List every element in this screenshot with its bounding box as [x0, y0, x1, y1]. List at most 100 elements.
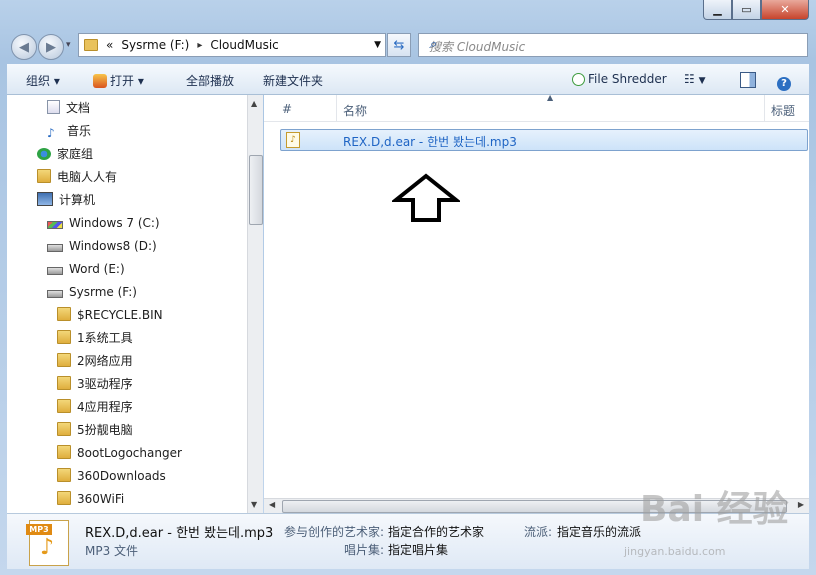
scroll-right-icon[interactable]: ▶: [798, 500, 804, 509]
nav-item-label: Word (E:): [69, 262, 125, 276]
play-all-button[interactable]: 全部播放: [186, 72, 234, 89]
nav-item[interactable]: Word (E:): [47, 259, 125, 279]
up-arrow-annotation-icon: [392, 173, 460, 222]
genre-value[interactable]: 指定音乐的流派: [557, 523, 641, 540]
file-row[interactable]: ♪ REX.D,d.ear - 한번 봤는데.mp3: [280, 129, 808, 151]
watermark-url: jingyan.baidu.com: [624, 545, 726, 558]
nav-item[interactable]: 家庭组: [37, 144, 93, 164]
back-arrow-icon: ◀: [19, 39, 29, 55]
maximize-button[interactable]: ▭: [732, 0, 761, 20]
genre-label: 流派:: [524, 525, 553, 539]
breadcrumb-drive[interactable]: Sysrme (F:): [121, 38, 189, 52]
column-number[interactable]: #: [282, 102, 292, 116]
drive-icon: [47, 290, 63, 298]
navigation-pane: 文档 ♪ 音乐家庭组电脑人人有计算机 Windows 7 (C:) Windows8 (…: [7, 95, 247, 513]
nav-item-label: 5扮靓电脑: [77, 423, 133, 437]
scroll-down-icon[interactable]: ▼: [251, 500, 257, 509]
open-button-label: 打开 ▾: [110, 74, 144, 88]
nav-item[interactable]: Windows8 (D:): [47, 236, 157, 256]
shredder-icon: [572, 73, 585, 86]
nav-item[interactable]: 计算机: [37, 190, 95, 210]
nav-item-label: 4应用程序: [77, 400, 133, 414]
view-icon: ☷: [684, 72, 695, 86]
file-name[interactable]: REX.D,d.ear - 한번 봤는데.mp3: [343, 133, 517, 150]
nav-item-label: 3驱动程序: [77, 377, 133, 391]
nav-item[interactable]: Sysrme (F:): [47, 282, 137, 302]
folder-icon: [37, 169, 51, 183]
address-overflow[interactable]: «: [106, 38, 113, 52]
mp3-icon-tag: MP3: [26, 524, 52, 535]
mp3-file-icon: ♪: [286, 132, 300, 148]
forward-button[interactable]: ▶: [38, 34, 64, 60]
scroll-up-icon[interactable]: ▲: [251, 99, 257, 108]
command-bar: 组织 ▾ 打开 ▾ 全部播放 新建文件夹 File Shredder ☷ ▼ ?: [7, 64, 809, 95]
column-header: # 名称 ▲ 标题: [264, 93, 809, 122]
nav-item[interactable]: 8ootLogochanger: [57, 443, 182, 463]
nav-scrollbar[interactable]: ▲ ▼: [247, 95, 263, 513]
breadcrumb-folder[interactable]: CloudMusic: [210, 38, 278, 52]
nav-item-label: Windows 7 (C:): [69, 216, 160, 230]
address-dropdown-icon[interactable]: ▼: [374, 40, 381, 50]
nav-item[interactable]: 5扮靓电脑: [57, 420, 133, 440]
folder-icon: [57, 376, 71, 390]
folder-icon: [57, 307, 71, 321]
nav-item-label: 2网络应用: [77, 354, 133, 368]
view-options-button[interactable]: ☷ ▼: [684, 72, 706, 86]
album-value[interactable]: 指定唱片集: [388, 541, 448, 558]
nav-item-label: 电脑人人有: [57, 170, 118, 184]
explorer-window: ▁ ▭ ✕ ◀ ▶ ▾ « Sysrme (F:) ▸ CloudMusic ▼…: [0, 0, 816, 575]
help-button[interactable]: ?: [777, 72, 794, 91]
folder-icon: [57, 330, 71, 344]
artist-value[interactable]: 指定合作的艺术家: [388, 523, 484, 540]
refresh-icon: ⇆: [393, 37, 405, 53]
nav-scroll-thumb[interactable]: [249, 155, 263, 225]
watermark-logo: Bai 经验: [640, 489, 789, 530]
file-shredder-label: File Shredder: [588, 72, 667, 86]
mp3-large-icon: MP3 ♪: [26, 520, 69, 566]
music-note-icon: ♪: [40, 535, 55, 560]
nav-item-label: Windows8 (D:): [69, 239, 157, 253]
nav-item-label: 文档: [66, 101, 91, 115]
address-bar[interactable]: « Sysrme (F:) ▸ CloudMusic ▼: [78, 33, 386, 57]
nav-item[interactable]: 360Downloads: [57, 466, 166, 486]
open-button[interactable]: 打开 ▾: [93, 72, 144, 89]
nav-item[interactable]: Windows 7 (C:): [47, 213, 160, 233]
nav-item[interactable]: 3驱动程序: [57, 374, 133, 394]
new-folder-button[interactable]: 新建文件夹: [263, 72, 323, 89]
folder-icon: [84, 39, 98, 51]
column-name[interactable]: 名称: [343, 102, 367, 119]
file-shredder-button[interactable]: File Shredder: [572, 72, 667, 86]
nav-item-label: Sysrme (F:): [69, 285, 137, 299]
sort-ascending-icon: ▲: [547, 93, 554, 102]
folder-icon: [57, 468, 71, 482]
nav-item[interactable]: ♪ 音乐: [47, 121, 91, 141]
computer-icon: [37, 192, 53, 206]
column-divider[interactable]: [764, 95, 765, 121]
details-filetype: MP3 文件: [85, 544, 139, 558]
preview-pane-button[interactable]: [740, 72, 759, 88]
recent-pages-dropdown[interactable]: ▾: [66, 40, 71, 50]
column-divider[interactable]: [336, 95, 337, 121]
refresh-button[interactable]: ⇆: [387, 33, 411, 57]
nav-item[interactable]: $RECYCLE.BIN: [57, 305, 163, 325]
drive-icon: [47, 244, 63, 252]
nav-item[interactable]: 电脑人人有: [37, 167, 117, 187]
nav-item[interactable]: 文档: [47, 98, 90, 118]
search-icon[interactable]: ⌕: [429, 37, 801, 52]
folder-icon: [57, 491, 71, 505]
breadcrumb-separator[interactable]: ▸: [197, 40, 202, 51]
scroll-left-icon[interactable]: ◀: [269, 500, 275, 509]
nav-item[interactable]: 2网络应用: [57, 351, 133, 371]
organize-button[interactable]: 组织 ▾: [26, 72, 60, 89]
windows-drive-icon: [47, 221, 63, 229]
column-title[interactable]: 标题: [771, 102, 795, 119]
back-button[interactable]: ◀: [11, 34, 37, 60]
nav-item[interactable]: 4应用程序: [57, 397, 133, 417]
album-label: 唱片集:: [344, 543, 385, 557]
minimize-button[interactable]: ▁: [703, 0, 732, 20]
nav-item[interactable]: 360WiFi: [57, 489, 124, 509]
close-button[interactable]: ✕: [761, 0, 809, 20]
window-controls: ▁ ▭ ✕: [703, 0, 809, 20]
search-input[interactable]: 搜索 CloudMusic ⌕: [418, 33, 808, 57]
nav-item[interactable]: 1系统工具: [57, 328, 133, 348]
